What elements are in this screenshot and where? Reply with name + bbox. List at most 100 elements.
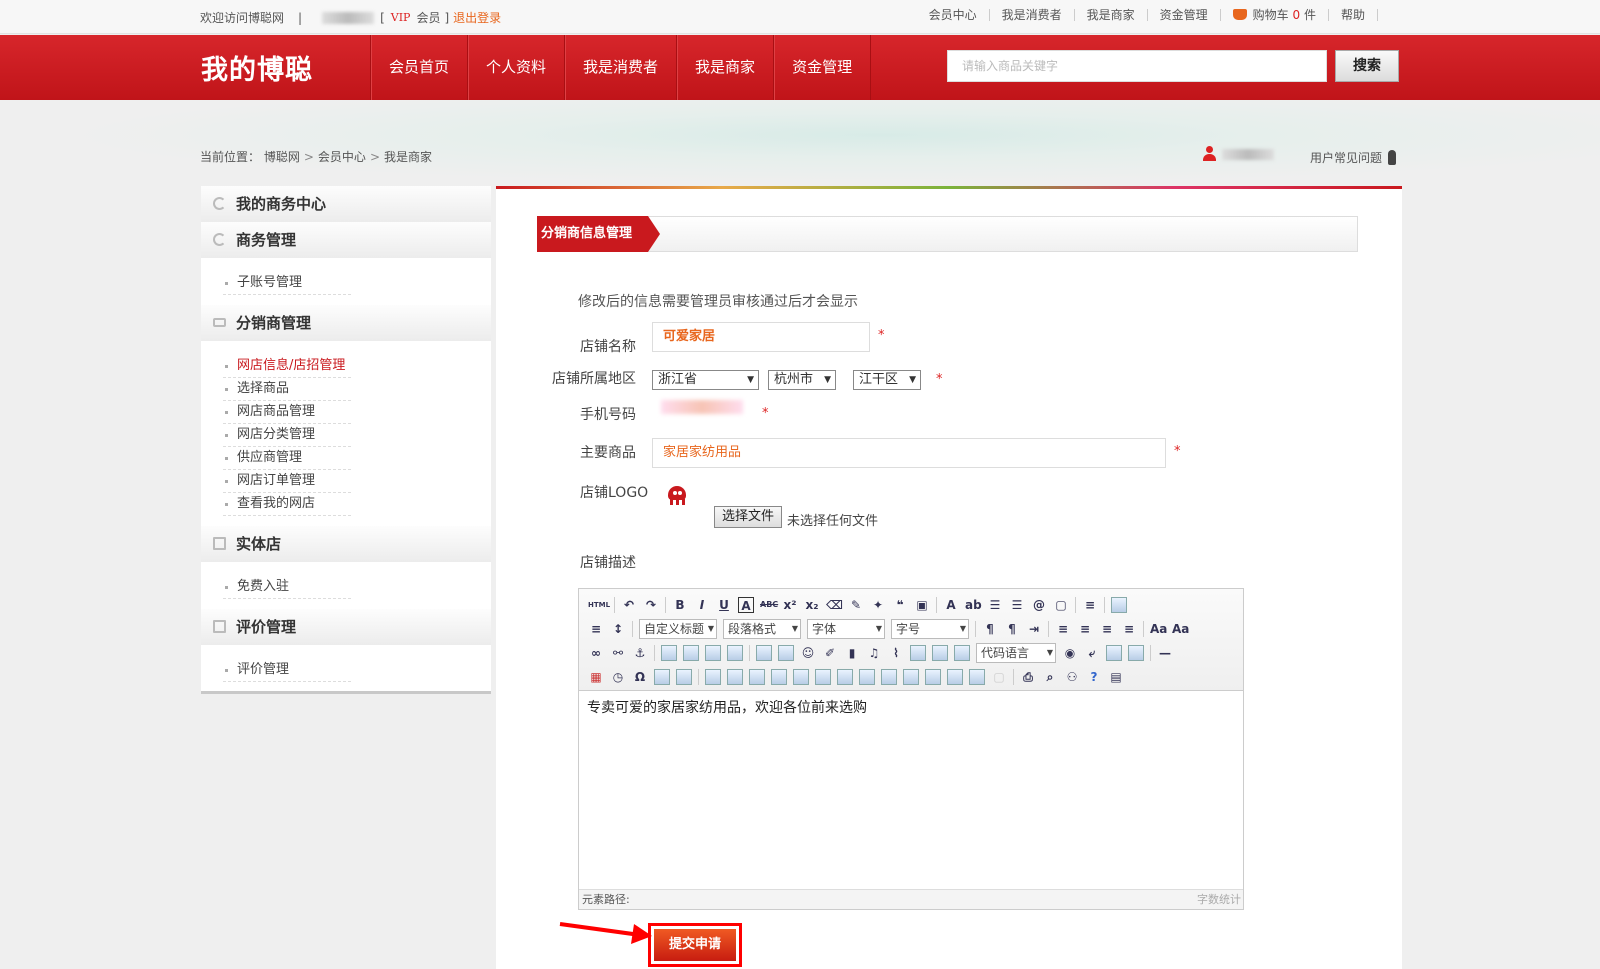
link-icon[interactable]: ∞ bbox=[588, 645, 604, 661]
indent-icon[interactable]: ⇥ bbox=[1026, 621, 1042, 637]
font-border-icon[interactable]: A bbox=[738, 597, 754, 613]
sidebar-item-shop-category[interactable]: 网店分类管理 bbox=[223, 424, 351, 447]
district-select[interactable]: 江干区 ▼ bbox=[853, 370, 921, 390]
image-center-icon[interactable] bbox=[727, 645, 743, 661]
breadcrumb-item-site[interactable]: 博聪网 bbox=[264, 150, 300, 164]
eraser-icon[interactable]: ⌫ bbox=[826, 597, 843, 613]
sidebar-item-supplier[interactable]: 供应商管理 bbox=[223, 447, 351, 470]
nav-item-consumer[interactable]: 我是消费者 bbox=[564, 35, 676, 100]
bold-icon[interactable]: B bbox=[672, 597, 688, 613]
sidebar-item-select-goods[interactable]: 选择商品 bbox=[223, 378, 351, 401]
line-height-icon[interactable]: ↕ bbox=[610, 621, 626, 637]
insert-video-icon[interactable]: ▮ bbox=[844, 645, 860, 661]
insert-table-icon[interactable] bbox=[705, 669, 721, 685]
print-icon[interactable]: ⎙ bbox=[1020, 669, 1036, 685]
merge-cells-icon[interactable] bbox=[859, 669, 875, 685]
sidebar-section-review[interactable]: 评价管理 bbox=[201, 609, 491, 645]
delete-col-icon[interactable] bbox=[837, 669, 853, 685]
unordered-list-icon[interactable]: ☰ bbox=[1009, 597, 1025, 613]
special-char-icon[interactable]: Ω bbox=[632, 669, 648, 685]
ltr-icon[interactable]: ¶ bbox=[982, 621, 998, 637]
sidebar-section-distributor[interactable]: 分销商管理 bbox=[201, 305, 491, 341]
split-cells-icon[interactable] bbox=[925, 669, 941, 685]
page-break-icon[interactable]: ⤶ bbox=[1084, 645, 1100, 661]
sidebar-item-shop-info[interactable]: 网店信息/店招管理 bbox=[223, 355, 351, 378]
nav-item-home[interactable]: 会员首页 bbox=[370, 35, 467, 100]
insert-row-icon[interactable] bbox=[771, 669, 787, 685]
undo-icon[interactable]: ↶ bbox=[621, 597, 637, 613]
music-icon[interactable]: ♫ bbox=[866, 645, 882, 661]
sidebar-item-review[interactable]: 评价管理 bbox=[223, 659, 351, 682]
help-icon[interactable]: ? bbox=[1086, 669, 1102, 685]
sidebar-item-shop-orders[interactable]: 网店订单管理 bbox=[223, 470, 351, 493]
split-rows-icon[interactable] bbox=[947, 669, 963, 685]
code-language-dropdown[interactable]: 代码语言 ▼ bbox=[976, 643, 1056, 663]
italic-icon[interactable]: I bbox=[694, 597, 710, 613]
city-select[interactable]: 杭州市 ▼ bbox=[768, 370, 836, 390]
uppercase-icon[interactable]: Aa bbox=[1150, 621, 1167, 637]
cart-link[interactable]: 购物车 0 件 bbox=[1221, 9, 1329, 21]
split-cols-icon[interactable] bbox=[969, 669, 985, 685]
top-link-consumer[interactable]: 我是消费者 bbox=[990, 9, 1075, 21]
font-family-dropdown[interactable]: 字体 ▼ bbox=[807, 619, 885, 639]
top-link-merchant[interactable]: 我是商家 bbox=[1075, 9, 1148, 21]
merge-down-icon[interactable] bbox=[903, 669, 919, 685]
sidebar-item-shop-goods[interactable]: 网店商品管理 bbox=[223, 401, 351, 424]
top-link-member-center[interactable]: 会员中心 bbox=[917, 9, 990, 21]
auto-format-icon[interactable]: ✦ bbox=[870, 597, 886, 613]
horizontal-rule-icon[interactable]: — bbox=[1157, 645, 1173, 661]
charts-icon[interactable]: ▢ bbox=[991, 669, 1007, 685]
delete-row-icon[interactable] bbox=[793, 669, 809, 685]
province-select[interactable]: 浙江省 ▼ bbox=[652, 370, 759, 390]
site-logo[interactable]: 我的博聪 bbox=[201, 48, 313, 87]
insert-image-icon[interactable] bbox=[756, 645, 772, 661]
help-link[interactable]: 帮助 bbox=[1329, 9, 1378, 21]
search-replace-icon[interactable] bbox=[654, 669, 670, 685]
editor-content[interactable]: 专卖可爱的家居家纺用品，欢迎各位前来选购 bbox=[579, 691, 1243, 889]
search-button[interactable]: 搜索 bbox=[1335, 50, 1399, 82]
merge-right-icon[interactable] bbox=[881, 669, 897, 685]
delete-table-icon[interactable] bbox=[727, 669, 743, 685]
breadcrumb-item-member[interactable]: 会员中心 bbox=[318, 150, 366, 164]
lowercase-icon[interactable]: Aa bbox=[1172, 621, 1189, 637]
time-icon[interactable]: ◷ bbox=[610, 669, 626, 685]
format-brush-icon[interactable]: ✎ bbox=[848, 597, 864, 613]
sidebar-item-view-shop[interactable]: 查看我的网店 bbox=[223, 493, 351, 516]
image-left-icon[interactable] bbox=[683, 645, 699, 661]
preview-search-icon[interactable]: ⌕ bbox=[1042, 669, 1058, 685]
top-link-funds[interactable]: 资金管理 bbox=[1148, 9, 1221, 21]
font-size-dropdown[interactable]: 字号 ▼ bbox=[891, 619, 969, 639]
row-spacing-icon[interactable]: ≡ bbox=[1082, 597, 1098, 613]
submit-button[interactable]: 提交申请 bbox=[654, 929, 736, 961]
insert-para-before-table-icon[interactable] bbox=[749, 669, 765, 685]
breadcrumb-item-merchant[interactable]: 我是商家 bbox=[384, 150, 432, 164]
paste-text-icon[interactable]: ▣ bbox=[914, 597, 930, 613]
gmap-icon[interactable] bbox=[932, 645, 948, 661]
back-color-icon[interactable]: ab bbox=[965, 597, 982, 613]
sidebar-section-business-mgmt[interactable]: 商务管理 bbox=[201, 222, 491, 258]
ordered-list-icon[interactable]: ☰ bbox=[987, 597, 1003, 613]
align-justify-icon[interactable]: ≡ bbox=[1121, 621, 1137, 637]
align-right-icon[interactable]: ≡ bbox=[1099, 621, 1115, 637]
map-icon[interactable] bbox=[910, 645, 926, 661]
preview-icon[interactable] bbox=[1111, 597, 1127, 613]
nav-item-funds[interactable]: 资金管理 bbox=[773, 35, 872, 100]
multi-image-icon[interactable] bbox=[778, 645, 794, 661]
scrawl-icon[interactable]: ✐ bbox=[822, 645, 838, 661]
nav-item-profile[interactable]: 个人资料 bbox=[467, 35, 564, 100]
align-left-icon[interactable]: ≡ bbox=[1055, 621, 1071, 637]
web-app-icon[interactable]: ◉ bbox=[1062, 645, 1078, 661]
search-input[interactable]: 请输入商品关键字 bbox=[947, 50, 1327, 82]
main-goods-input[interactable]: 家居家纺用品 bbox=[652, 438, 1166, 468]
unlink-icon[interactable]: ⚯ bbox=[610, 645, 626, 661]
row-spacing-top-icon[interactable]: ≡ bbox=[588, 621, 604, 637]
nav-item-merchant[interactable]: 我是商家 bbox=[676, 35, 773, 100]
template-icon[interactable] bbox=[1106, 645, 1122, 661]
subscript-icon[interactable]: x₂ bbox=[804, 597, 820, 613]
background-icon[interactable] bbox=[1128, 645, 1144, 661]
html-source-button[interactable]: HTML bbox=[588, 597, 610, 613]
word-image-icon[interactable] bbox=[676, 669, 692, 685]
custom-heading-dropdown[interactable]: 自定义标题 ▼ bbox=[639, 619, 717, 639]
faq-link[interactable]: 用户常见问题 bbox=[1310, 149, 1397, 166]
emotion-icon[interactable]: ☺ bbox=[800, 645, 816, 661]
